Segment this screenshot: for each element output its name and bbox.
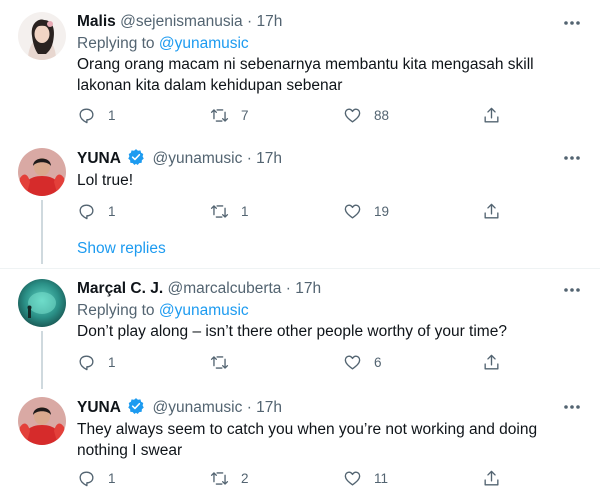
reply-count: 1 bbox=[108, 203, 116, 219]
timestamp[interactable]: 17h bbox=[295, 280, 321, 297]
timestamp[interactable]: 17h bbox=[256, 399, 282, 416]
share-icon bbox=[484, 203, 499, 219]
thread-line bbox=[41, 200, 43, 264]
retweet-icon bbox=[210, 108, 229, 122]
show-replies-link[interactable]: Show replies bbox=[77, 240, 166, 258]
tweet-text: Don’t play along – isn’t there other peo… bbox=[77, 323, 507, 340]
reply-count: 1 bbox=[108, 354, 116, 370]
retweet-button[interactable] bbox=[210, 351, 251, 373]
retweet-button[interactable]: 1 bbox=[210, 200, 251, 222]
replying-to: Replying to @yunamusic bbox=[77, 301, 249, 321]
tweet-text: Orang orang macam ni sebenarnya membantu… bbox=[77, 56, 534, 94]
retweet-button[interactable]: 7 bbox=[210, 104, 251, 126]
retweet-count: 7 bbox=[241, 107, 249, 123]
tweet-header: YUNA @yunamusic · 17h bbox=[77, 397, 282, 418]
separator-dot: · bbox=[246, 399, 252, 416]
tweet-actions: 1 6 bbox=[77, 351, 577, 373]
reply-button[interactable]: 1 bbox=[77, 200, 118, 222]
like-button[interactable]: 88 bbox=[343, 104, 389, 126]
share-icon bbox=[484, 107, 499, 123]
retweet-icon bbox=[210, 204, 229, 218]
replying-to: Replying to @yunamusic bbox=[77, 34, 249, 54]
more-options-icon[interactable] bbox=[563, 287, 581, 293]
retweet-count: 2 bbox=[241, 470, 249, 486]
retweet-count: 1 bbox=[241, 203, 249, 219]
tweet-header: Marçal C. J. @marcalcuberta · 17h bbox=[77, 279, 321, 299]
display-name[interactable]: YUNA bbox=[77, 399, 121, 416]
separator-dot: · bbox=[246, 150, 252, 167]
mention-link[interactable]: @yunamusic bbox=[159, 302, 249, 319]
reply-count: 1 bbox=[108, 107, 116, 123]
reply-count: 1 bbox=[108, 470, 116, 486]
retweet-icon bbox=[210, 355, 229, 369]
tweet-yuna-reply-1[interactable]: YUNA @yunamusic · 17h Lol true! 1 1 19 S… bbox=[0, 140, 600, 268]
avatar[interactable] bbox=[18, 279, 66, 327]
heart-icon bbox=[344, 354, 361, 370]
avatar[interactable] bbox=[18, 12, 66, 60]
user-handle[interactable]: @sejenismanusia bbox=[120, 13, 243, 30]
retweet-icon bbox=[210, 471, 229, 485]
like-count: 11 bbox=[374, 470, 389, 486]
reply-button[interactable]: 1 bbox=[77, 104, 118, 126]
separator-dot: · bbox=[285, 280, 291, 297]
like-count: 6 bbox=[374, 354, 382, 370]
thread-line bbox=[41, 331, 43, 389]
tweet-actions: 1 7 88 bbox=[77, 104, 577, 126]
share-icon bbox=[484, 470, 499, 486]
share-button[interactable] bbox=[482, 351, 513, 373]
tweet-header: YUNA @yunamusic · 17h bbox=[77, 148, 282, 169]
heart-icon bbox=[344, 107, 361, 123]
heart-icon bbox=[344, 470, 361, 486]
share-button[interactable] bbox=[482, 200, 513, 222]
reply-icon bbox=[79, 470, 94, 486]
mention-link[interactable]: @yunamusic bbox=[159, 35, 249, 52]
reply-icon bbox=[79, 354, 94, 370]
like-count: 88 bbox=[374, 107, 390, 123]
more-options-icon[interactable] bbox=[563, 155, 581, 161]
reply-icon bbox=[79, 203, 94, 219]
share-icon bbox=[484, 354, 499, 370]
replying-to-label: Replying to bbox=[77, 35, 155, 52]
like-button[interactable]: 19 bbox=[343, 200, 389, 222]
reply-icon bbox=[79, 107, 94, 123]
share-button[interactable] bbox=[482, 467, 513, 489]
tweet-actions: 1 2 11 bbox=[77, 467, 577, 489]
tweet-text: Lol true! bbox=[77, 172, 134, 189]
like-button[interactable]: 6 bbox=[343, 351, 384, 373]
display-name[interactable]: YUNA bbox=[77, 150, 121, 167]
retweet-button[interactable]: 2 bbox=[210, 467, 251, 489]
heart-icon bbox=[344, 203, 361, 219]
more-options-icon[interactable] bbox=[563, 404, 581, 410]
like-count: 19 bbox=[374, 203, 390, 219]
avatar[interactable] bbox=[18, 148, 66, 196]
timestamp[interactable]: 17h bbox=[256, 13, 282, 30]
tweet-text: They always seem to catch you when you’r… bbox=[77, 421, 538, 459]
avatar[interactable] bbox=[18, 397, 66, 445]
verified-badge-icon bbox=[128, 149, 144, 166]
reply-button[interactable]: 1 bbox=[77, 467, 118, 489]
tweet-marcal[interactable]: Marçal C. J. @marcalcuberta · 17h Replyi… bbox=[0, 269, 600, 393]
user-handle[interactable]: @yunamusic bbox=[153, 399, 243, 416]
timestamp[interactable]: 17h bbox=[256, 150, 282, 167]
display-name[interactable]: Malis bbox=[77, 13, 116, 30]
share-button[interactable] bbox=[482, 104, 513, 126]
replying-to-label: Replying to bbox=[77, 302, 155, 319]
tweet-yuna-reply-2[interactable]: YUNA @yunamusic · 17h They always seem t… bbox=[0, 393, 600, 499]
like-button[interactable]: 11 bbox=[343, 467, 388, 489]
tweet-malis[interactable]: Malis @sejenismanusia · 17h Replying to … bbox=[0, 0, 600, 140]
verified-badge-icon bbox=[128, 398, 144, 415]
user-handle[interactable]: @yunamusic bbox=[153, 150, 243, 167]
reply-button[interactable]: 1 bbox=[77, 351, 118, 373]
more-options-icon[interactable] bbox=[563, 20, 581, 26]
display-name[interactable]: Marçal C. J. bbox=[77, 280, 163, 297]
tweet-actions: 1 1 19 bbox=[77, 200, 577, 222]
separator-dot: · bbox=[246, 13, 253, 30]
tweet-header: Malis @sejenismanusia · 17h bbox=[77, 12, 282, 32]
user-handle[interactable]: @marcalcuberta bbox=[167, 280, 281, 297]
